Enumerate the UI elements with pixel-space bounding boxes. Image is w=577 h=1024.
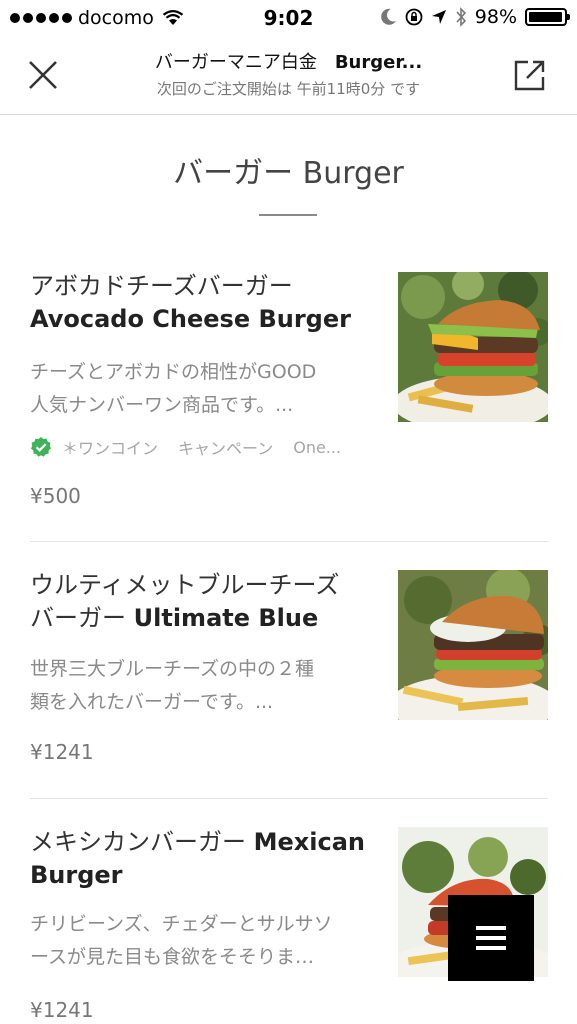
item-desc-line: チリビーンズ、チェダーとサルサソ <box>30 913 333 935</box>
bluetooth-icon <box>456 7 466 27</box>
next-order-notice: 次回のご注文開始は 午前11時0分 です <box>156 80 421 98</box>
menu-item-avocado-cheese-burger[interactable]: アボカドチーズバーガー Avocado Cheese Burger チーズとアボ… <box>30 270 548 540</box>
promotion-tag: ＊ワンコイン <box>62 439 159 458</box>
item-desc-line: 世界三大ブルーチーズの中の２種 <box>30 658 315 680</box>
rotation-lock-icon <box>405 8 423 26</box>
item-name-en: Mexican <box>253 828 366 856</box>
section-title: バーガー Burger <box>173 156 404 191</box>
header-bar: バーガーマニア白金 Burger... 次回のご注文開始は 午前11時0分 です <box>0 38 577 115</box>
battery-percent: 98% <box>474 6 517 28</box>
item-name-jp: メキシカンバーガー <box>30 828 246 856</box>
hamburger-icon-bar <box>476 926 506 930</box>
promotion-badge-row: ＊ワンコイン キャンペーン One... <box>30 435 361 459</box>
close-icon[interactable] <box>24 56 62 94</box>
share-external-icon[interactable] <box>513 58 547 92</box>
menu-item-ultimate-blue[interactable]: ウルティメットブルーチーズ バーガー Ultimate Blue 世界三大ブルー… <box>30 569 548 797</box>
item-name-jp: ウルティメットブルーチーズ <box>30 571 340 599</box>
item-price: ¥1241 <box>30 998 94 1022</box>
status-bar: docomo 9:02 98% <box>0 0 577 38</box>
item-name: メキシカンバーガー Mexican Burger <box>30 826 375 892</box>
item-description: チリビーンズ、チェダーとサルサソ ースが見た目も食欲をそそりま… <box>30 908 365 974</box>
item-divider <box>30 798 548 799</box>
item-desc-line: チーズとアボカドの相性がGOOD <box>30 361 317 383</box>
restaurant-title-jp: バーガーマニア白金 <box>154 52 317 73</box>
item-name: アボカドチーズバーガー Avocado Cheese Burger <box>30 270 375 336</box>
hamburger-icon-bar <box>476 946 506 950</box>
promotion-tag: One... <box>293 437 342 457</box>
item-desc-line: 人気ナンバーワン商品です。... <box>30 394 294 416</box>
battery-level-fill <box>529 12 563 22</box>
menu-categories-button[interactable] <box>448 895 534 981</box>
item-name-jp: アボカドチーズバーガー <box>30 272 293 300</box>
item-name: ウルティメットブルーチーズ バーガー Ultimate Blue <box>30 569 375 635</box>
restaurant-title: バーガーマニア白金 Burger... <box>100 48 477 74</box>
item-description: 世界三大ブルーチーズの中の２種 類を入れたバーガーです。... <box>30 653 365 719</box>
location-arrow-icon <box>431 10 446 24</box>
burger-photo <box>398 272 548 422</box>
moon-icon <box>380 8 396 25</box>
section-title-underline <box>259 214 317 216</box>
status-bar-right: 98% <box>380 6 570 28</box>
item-price: ¥1241 <box>30 740 94 764</box>
battery-icon <box>525 8 570 26</box>
promotion-tag: キャンペーン <box>178 439 274 458</box>
hamburger-icon-bar <box>476 936 506 940</box>
item-name-en: Avocado Cheese Burger <box>30 305 351 333</box>
verified-check-icon <box>31 437 51 457</box>
item-price: ¥500 <box>30 484 81 508</box>
burger-photo <box>398 570 548 720</box>
item-name-en: Burger <box>30 861 123 889</box>
item-desc-line: ースが見た目も食欲をそそりま… <box>30 946 315 968</box>
item-desc-line: 類を入れたバーガーです。... <box>30 691 274 713</box>
item-divider <box>30 541 548 542</box>
restaurant-title-en: Burger... <box>334 52 423 73</box>
item-name-en: Ultimate Blue <box>133 604 319 632</box>
item-name-jp: バーガー <box>30 604 126 632</box>
item-description: チーズとアボカドの相性がGOOD 人気ナンバーワン商品です。... <box>30 356 365 422</box>
